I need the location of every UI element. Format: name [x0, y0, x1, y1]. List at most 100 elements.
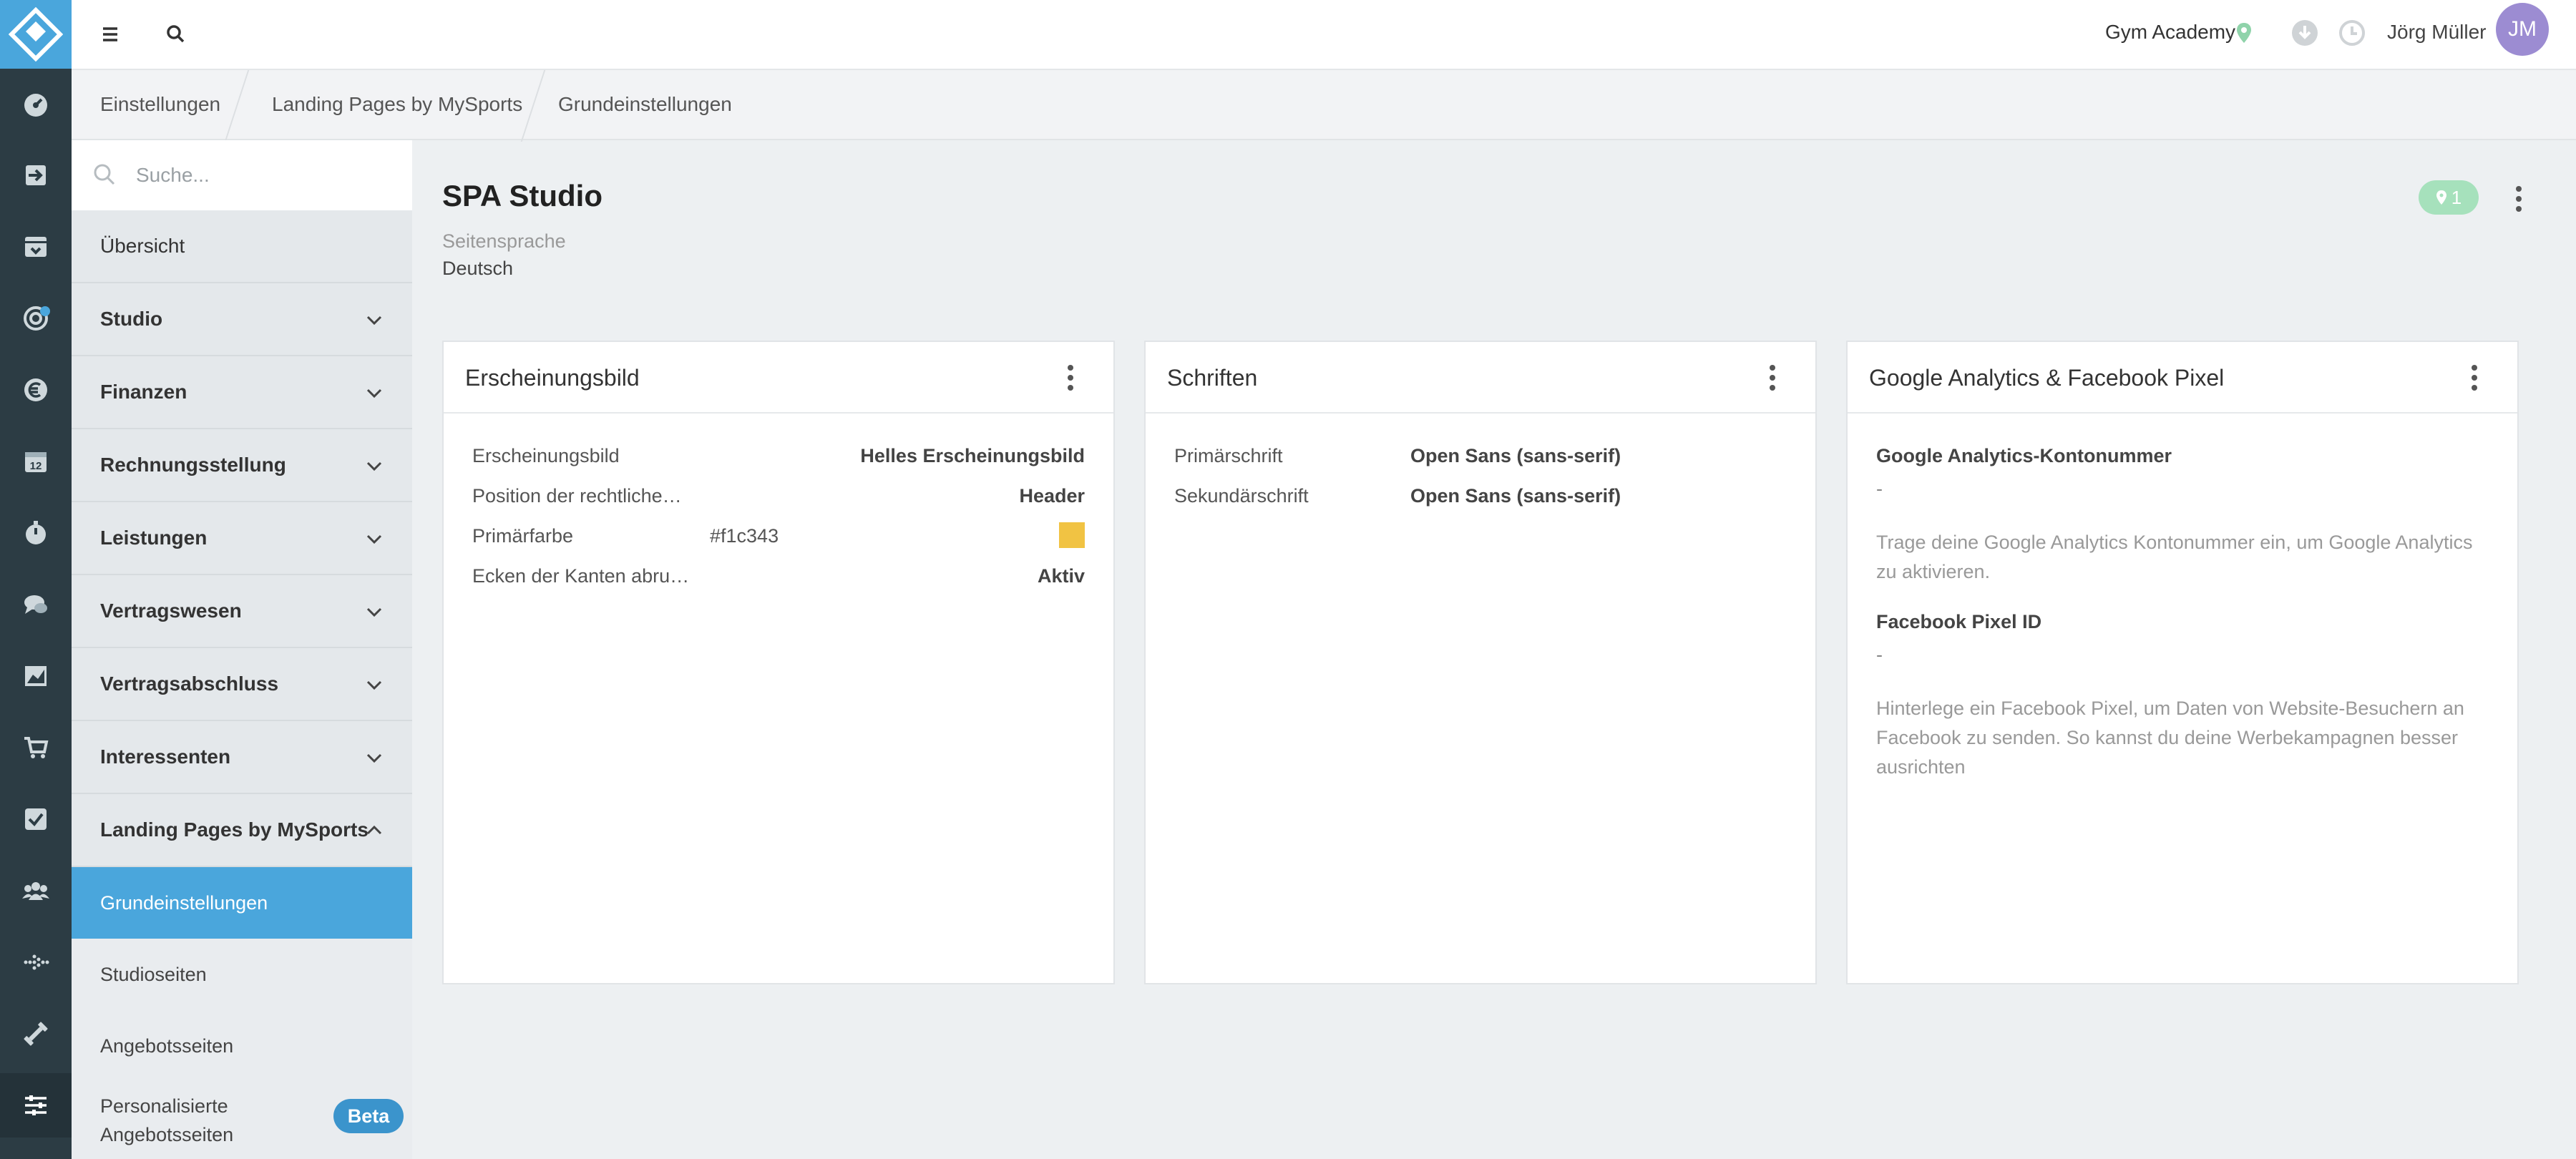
more-options-icon[interactable] — [1056, 361, 1085, 395]
breadcrumb-separator — [224, 70, 250, 142]
breadcrumb-separator — [520, 70, 546, 142]
rail-calendar[interactable]: 12 — [0, 429, 72, 494]
ga-help-text: Trage deine Google Analytics Kontonummer… — [1876, 532, 2473, 582]
sidebar-subitem-angebotsseiten[interactable]: Angebotsseiten — [72, 1010, 412, 1082]
sidebar-item-landing-pages[interactable]: Landing Pages by MySports — [72, 794, 412, 867]
chevron-down-icon — [366, 680, 382, 690]
sidebar-item-interessenten[interactable]: Interessenten — [72, 721, 412, 794]
card-title: Google Analytics & Facebook Pixel — [1869, 365, 2225, 391]
chevron-down-icon — [366, 607, 382, 617]
primary-color-hex: #f1c343 — [710, 525, 779, 547]
logo-icon — [9, 7, 63, 62]
rail-statistics[interactable] — [0, 644, 72, 708]
map-pin-icon — [2237, 23, 2251, 43]
sidebar-search — [72, 140, 412, 210]
checkbox-icon — [25, 808, 47, 830]
dumbbell-icon — [24, 1022, 48, 1046]
chevron-down-icon — [366, 534, 382, 544]
cart-icon — [24, 737, 49, 758]
location-count: 1 — [2451, 186, 2462, 208]
setting-label: Primärfarbe — [472, 525, 574, 547]
sidebar-item-overview[interactable]: Übersicht — [72, 210, 412, 283]
rail-messages[interactable] — [0, 572, 72, 637]
more-options-icon[interactable] — [1758, 361, 1787, 395]
sidebar-item-label: Übersicht — [100, 235, 185, 257]
analytics-card: Google Analytics & Facebook Pixel Google… — [1846, 341, 2519, 984]
sidebar-item-label: Rechnungsstellung — [100, 454, 286, 476]
sidebar-item-label: Vertragswesen — [100, 600, 242, 622]
rail-members[interactable] — [0, 859, 72, 923]
rail-dashboard[interactable] — [0, 73, 72, 137]
setting-value: Header — [1019, 485, 1085, 507]
sidebar-item-label: Studio — [100, 308, 163, 330]
appearance-card: Erscheinungsbild Erscheinungsbild Helles… — [442, 341, 1115, 984]
sidebar-item-label: Angebotsseiten — [100, 1035, 234, 1057]
clock-icon[interactable] — [2338, 19, 2366, 47]
sidebar-item-label: Grundeinstellungen — [100, 891, 268, 914]
font-label: Primärschrift — [1174, 445, 1283, 466]
fb-pixel-heading: Facebook Pixel ID — [1876, 611, 2042, 632]
location-count-badge[interactable]: 1 — [2419, 180, 2479, 215]
rail-checkin[interactable] — [0, 143, 72, 207]
search-icon[interactable] — [162, 20, 190, 49]
chat-icon — [24, 595, 47, 614]
settings-sliders-icon — [25, 1095, 47, 1115]
beta-badge: Beta — [333, 1099, 404, 1133]
fb-pixel-value: - — [1876, 644, 1883, 665]
avatar[interactable]: JM — [2496, 3, 2549, 56]
card-title: Schriften — [1167, 365, 1258, 391]
rail-training[interactable] — [0, 1002, 72, 1066]
studio-switcher[interactable]: Gym Academy — [2105, 21, 2235, 44]
svg-text:12: 12 — [30, 460, 42, 472]
chevron-down-icon — [366, 461, 382, 471]
settings-sidebar: Übersicht Studio Finanzen Rechnungsstell… — [72, 140, 412, 1159]
page-title: SPA Studio — [442, 179, 602, 212]
sidebar-item-leistungen[interactable]: Leistungen — [72, 502, 412, 575]
sidebar-item-label: Interessenten — [100, 745, 231, 768]
more-options-icon[interactable] — [2460, 361, 2489, 395]
app-logo[interactable] — [0, 0, 72, 69]
setting-label: Ecken der Kanten abru… — [472, 565, 690, 587]
sidebar-item-studio[interactable]: Studio — [72, 283, 412, 356]
breadcrumb-item[interactable]: Landing Pages by MySports — [272, 93, 522, 116]
setting-label: Position der rechtliche… — [472, 485, 682, 507]
search-icon — [94, 164, 115, 185]
sidebar-item-vertragsabschluss[interactable]: Vertragsabschluss — [72, 648, 412, 721]
user-name[interactable]: Jörg Müller — [2387, 21, 2486, 44]
sidebar-search-input[interactable] — [136, 157, 394, 193]
rail-finance[interactable] — [0, 358, 72, 422]
sidebar-subitem-studioseiten[interactable]: Studioseiten — [72, 939, 412, 1010]
font-value: Open Sans (sans-serif) — [1410, 485, 1621, 507]
setting-value: Aktiv — [1037, 565, 1085, 587]
sidebar-item-label: Studioseiten — [100, 963, 207, 985]
more-options-icon[interactable] — [2504, 182, 2533, 216]
sidebar-item-rechnungsstellung[interactable]: Rechnungsstellung — [72, 429, 412, 502]
font-label: Sekundärschrift — [1174, 485, 1309, 507]
hamburger-icon[interactable] — [96, 20, 125, 49]
breadcrumb: Einstellungen Landing Pages by MySports … — [72, 69, 2576, 142]
card-title: Erscheinungsbild — [465, 365, 640, 391]
euro-icon — [24, 378, 47, 401]
download-icon[interactable] — [2291, 19, 2318, 47]
rail-settings[interactable] — [0, 1073, 72, 1138]
rail-inbox[interactable] — [0, 215, 72, 279]
sidebar-item-finanzen[interactable]: Finanzen — [72, 356, 412, 429]
rail-health[interactable] — [0, 930, 72, 994]
heartbeat-icon — [24, 954, 49, 970]
sidebar-item-vertragswesen[interactable]: Vertragswesen — [72, 575, 412, 648]
breadcrumb-item[interactable]: Einstellungen — [100, 93, 220, 116]
rail-shop[interactable] — [0, 715, 72, 780]
sidebar-item-label: Finanzen — [100, 381, 187, 403]
ga-account-value: - — [1876, 478, 1883, 499]
dashboard-icon — [24, 94, 47, 117]
notification-dot — [40, 306, 50, 316]
sidebar-subitem-grundeinstellungen[interactable]: Grundeinstellungen — [72, 867, 412, 939]
chart-icon — [25, 666, 47, 686]
fb-help-text: Hinterlege ein Facebook Pixel, um Daten … — [1876, 698, 2464, 778]
ga-account-heading: Google Analytics-Kontonummer — [1876, 445, 2172, 466]
icon-rail: 12 — [0, 0, 72, 1159]
rail-goals[interactable] — [0, 286, 72, 351]
primary-color-swatch — [1059, 522, 1085, 548]
rail-timer[interactable] — [0, 501, 72, 565]
rail-tasks[interactable] — [0, 787, 72, 851]
